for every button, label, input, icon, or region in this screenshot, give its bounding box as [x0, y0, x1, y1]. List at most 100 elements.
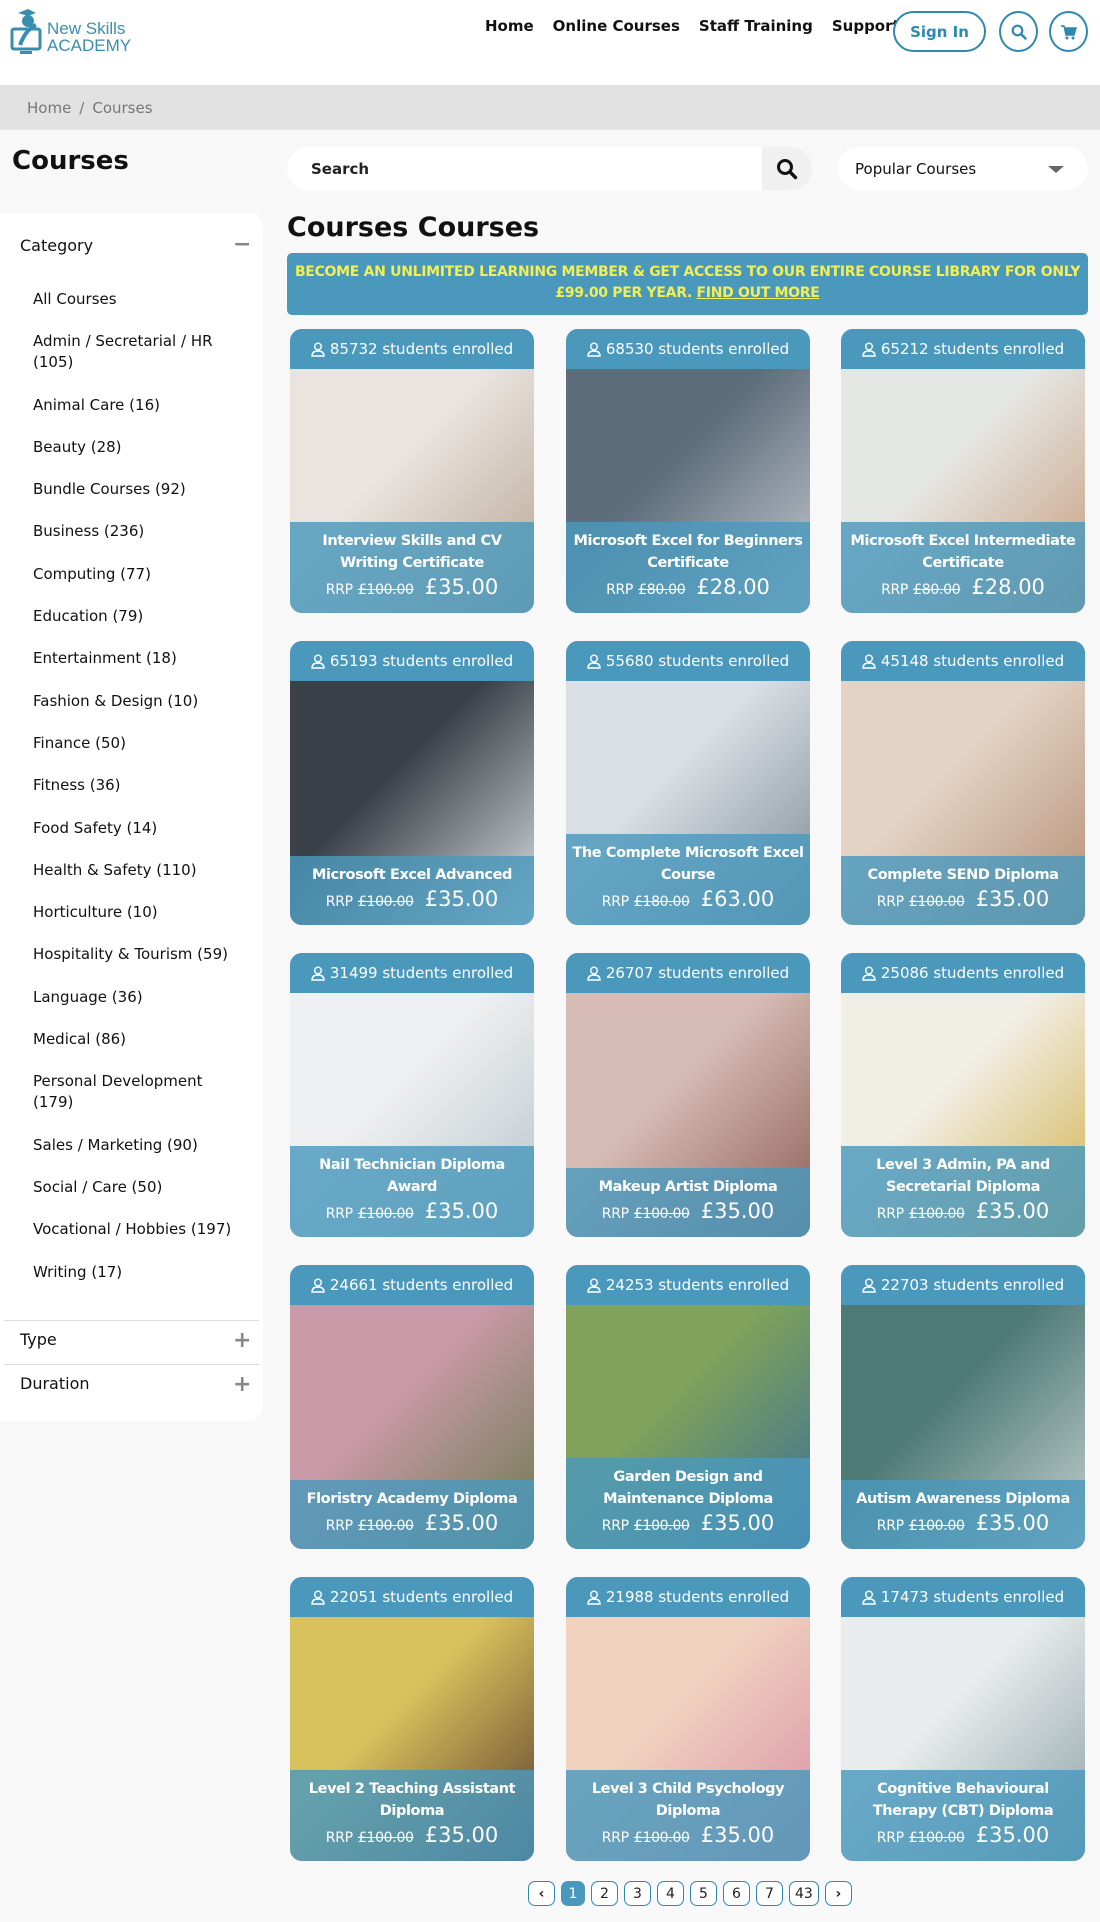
course-title[interactable]: Floristry Academy Diploma — [292, 1488, 532, 1510]
category-filter-label[interactable]: Category — [20, 236, 93, 255]
category-item[interactable]: Fashion & Design (10) — [33, 691, 243, 712]
category-item[interactable]: Fitness (36) — [33, 775, 243, 796]
pagination-page[interactable]: 5 — [690, 1881, 717, 1906]
rrp-price: £100.00 — [633, 1830, 690, 1846]
enrolled-count: 22051 students enrolled — [329, 1588, 514, 1606]
course-title[interactable]: Microsoft Excel for Beginners Certificat… — [568, 530, 808, 574]
course-card[interactable]: 24661 students enrolled Floristry Academ… — [290, 1265, 534, 1549]
breadcrumb-home[interactable]: Home — [27, 99, 71, 117]
course-title[interactable]: Microsoft Excel Intermediate Certificate — [843, 530, 1083, 574]
cart-button[interactable] — [1049, 11, 1088, 52]
course-card[interactable]: 65212 students enrolled Microsoft Excel … — [841, 329, 1085, 613]
course-card[interactable]: 21988 students enrolled Level 3 Child Ps… — [566, 1577, 810, 1861]
course-title[interactable]: Microsoft Excel Advanced — [292, 864, 532, 886]
course-card[interactable]: 17473 students enrolled Cognitive Behavi… — [841, 1577, 1085, 1861]
rrp-label: RRP — [601, 1518, 629, 1534]
nav-online-courses[interactable]: Online Courses — [553, 17, 680, 35]
category-item[interactable]: Hospitality & Tourism (59) — [33, 944, 243, 965]
pagination-next-icon[interactable]: › — [824, 1881, 852, 1906]
pagination-page[interactable]: 6 — [723, 1881, 750, 1906]
course-card[interactable]: 55680 students enrolled The Complete Mic… — [566, 641, 810, 925]
category-item[interactable]: Horticulture (10) — [33, 902, 243, 923]
course-title[interactable]: Complete SEND Diploma — [843, 864, 1083, 886]
find-out-more-link[interactable]: FIND OUT MORE — [697, 285, 820, 301]
course-title[interactable]: Level 2 Teaching Assistant Diploma — [292, 1778, 532, 1822]
search-input[interactable] — [287, 147, 762, 190]
pagination-page[interactable]: 43 — [789, 1881, 819, 1906]
logo[interactable]: New Skills ACADEMY — [10, 6, 135, 60]
category-item[interactable]: Animal Care (16) — [33, 395, 243, 416]
rrp-price: £80.00 — [638, 582, 686, 598]
category-item[interactable]: Education (79) — [33, 606, 243, 627]
pagination-page[interactable]: 1 — [561, 1881, 585, 1906]
category-item[interactable]: Admin / Secretarial / HR (105) — [33, 331, 243, 373]
nav-staff-training[interactable]: Staff Training — [699, 17, 813, 35]
type-filter-label[interactable]: Type — [20, 1330, 57, 1349]
pagination-page[interactable]: 4 — [657, 1881, 684, 1906]
site-header: New Skills ACADEMY Home Online Courses S… — [0, 0, 1100, 85]
course-card[interactable]: 31499 students enrolled Nail Technician … — [290, 953, 534, 1237]
sort-dropdown[interactable]: Popular Courses — [838, 147, 1088, 190]
category-item[interactable]: Beauty (28) — [33, 437, 243, 458]
category-item[interactable]: Finance (50) — [33, 733, 243, 754]
category-item[interactable]: Health & Safety (110) — [33, 860, 243, 881]
category-item[interactable]: Business (236) — [33, 521, 243, 542]
course-card[interactable]: 22051 students enrolled Level 2 Teaching… — [290, 1577, 534, 1861]
category-item[interactable]: All Courses — [33, 289, 243, 310]
category-item[interactable]: Medical (86) — [33, 1029, 243, 1050]
course-title[interactable]: Level 3 Child Psychology Diploma — [568, 1778, 808, 1822]
course-card[interactable]: 22703 students enrolled Autism Awareness… — [841, 1265, 1085, 1549]
course-card[interactable]: 24253 students enrolled Garden Design an… — [566, 1265, 810, 1549]
course-pricing: RRP £100.00 £35.00 — [292, 1822, 532, 1851]
nav-support[interactable]: Support — [832, 17, 900, 35]
course-card[interactable]: 85732 students enrolled Interview Skills… — [290, 329, 534, 613]
search-submit-button[interactable] — [762, 147, 812, 190]
collapse-minus-icon[interactable]: − — [233, 234, 251, 256]
category-item[interactable]: Writing (17) — [33, 1262, 243, 1283]
duration-filter-label[interactable]: Duration — [20, 1374, 90, 1393]
course-card[interactable]: 45148 students enrolled Complete SEND Di… — [841, 641, 1085, 925]
pagination-page[interactable]: 2 — [591, 1881, 618, 1906]
course-card[interactable]: 26707 students enrolled Makeup Artist Di… — [566, 953, 810, 1237]
course-title[interactable]: Garden Design and Maintenance Diploma — [568, 1466, 808, 1510]
sale-price: £35.00 — [975, 1199, 1050, 1223]
rrp-label: RRP — [876, 1518, 904, 1534]
user-icon — [862, 1590, 876, 1605]
category-item[interactable]: Food Safety (14) — [33, 818, 243, 839]
pagination-page[interactable]: 3 — [624, 1881, 651, 1906]
course-card[interactable]: 68530 students enrolled Microsoft Excel … — [566, 329, 810, 613]
course-title[interactable]: Interview Skills and CV Writing Certific… — [292, 530, 532, 574]
course-card[interactable]: 65193 students enrolled Microsoft Excel … — [290, 641, 534, 925]
course-title[interactable]: Level 3 Admin, PA and Secretarial Diplom… — [843, 1154, 1083, 1198]
course-title[interactable]: Makeup Artist Diploma — [568, 1176, 808, 1198]
course-info: Floristry Academy Diploma RRP £100.00 £3… — [290, 1480, 534, 1549]
course-card[interactable]: 25086 students enrolled Level 3 Admin, P… — [841, 953, 1085, 1237]
course-title[interactable]: Cognitive Behavioural Therapy (CBT) Dipl… — [843, 1778, 1083, 1822]
category-item[interactable]: Vocational / Hobbies (197) — [33, 1219, 243, 1240]
pagination-prev-icon[interactable]: ‹ — [528, 1881, 555, 1906]
nav-home[interactable]: Home — [485, 17, 534, 35]
category-item[interactable]: Bundle Courses (92) — [33, 479, 243, 500]
user-icon — [862, 1278, 876, 1293]
main-nav: Home Online Courses Staff Training Suppo… — [485, 17, 900, 35]
enrolled-badge: 65193 students enrolled — [290, 641, 534, 681]
breadcrumb: Home / Courses — [0, 85, 1100, 130]
course-title[interactable]: Autism Awareness Diploma — [843, 1488, 1083, 1510]
header-search-button[interactable] — [999, 11, 1038, 52]
user-icon — [587, 1590, 601, 1605]
sign-in-button[interactable]: Sign In — [893, 11, 986, 52]
course-title[interactable]: The Complete Microsoft Excel Course — [568, 842, 808, 886]
category-item[interactable]: Computing (77) — [33, 564, 243, 585]
category-item[interactable]: Social / Care (50) — [33, 1177, 243, 1198]
course-title[interactable]: Nail Technician Diploma Award — [292, 1154, 532, 1198]
expand-plus-icon[interactable]: + — [233, 1374, 251, 1396]
category-item[interactable]: Personal Development (179) — [33, 1071, 243, 1113]
category-item[interactable]: Sales / Marketing (90) — [33, 1135, 243, 1156]
category-item[interactable]: Entertainment (18) — [33, 648, 243, 669]
expand-plus-icon[interactable]: + — [233, 1330, 251, 1352]
pagination-page[interactable]: 7 — [756, 1881, 783, 1906]
course-info: Microsoft Excel Advanced RRP £100.00 £35… — [290, 856, 534, 925]
category-item[interactable]: Language (36) — [33, 987, 243, 1008]
sort-selected-value: Popular Courses — [855, 159, 977, 178]
sale-price: £35.00 — [975, 1511, 1050, 1535]
